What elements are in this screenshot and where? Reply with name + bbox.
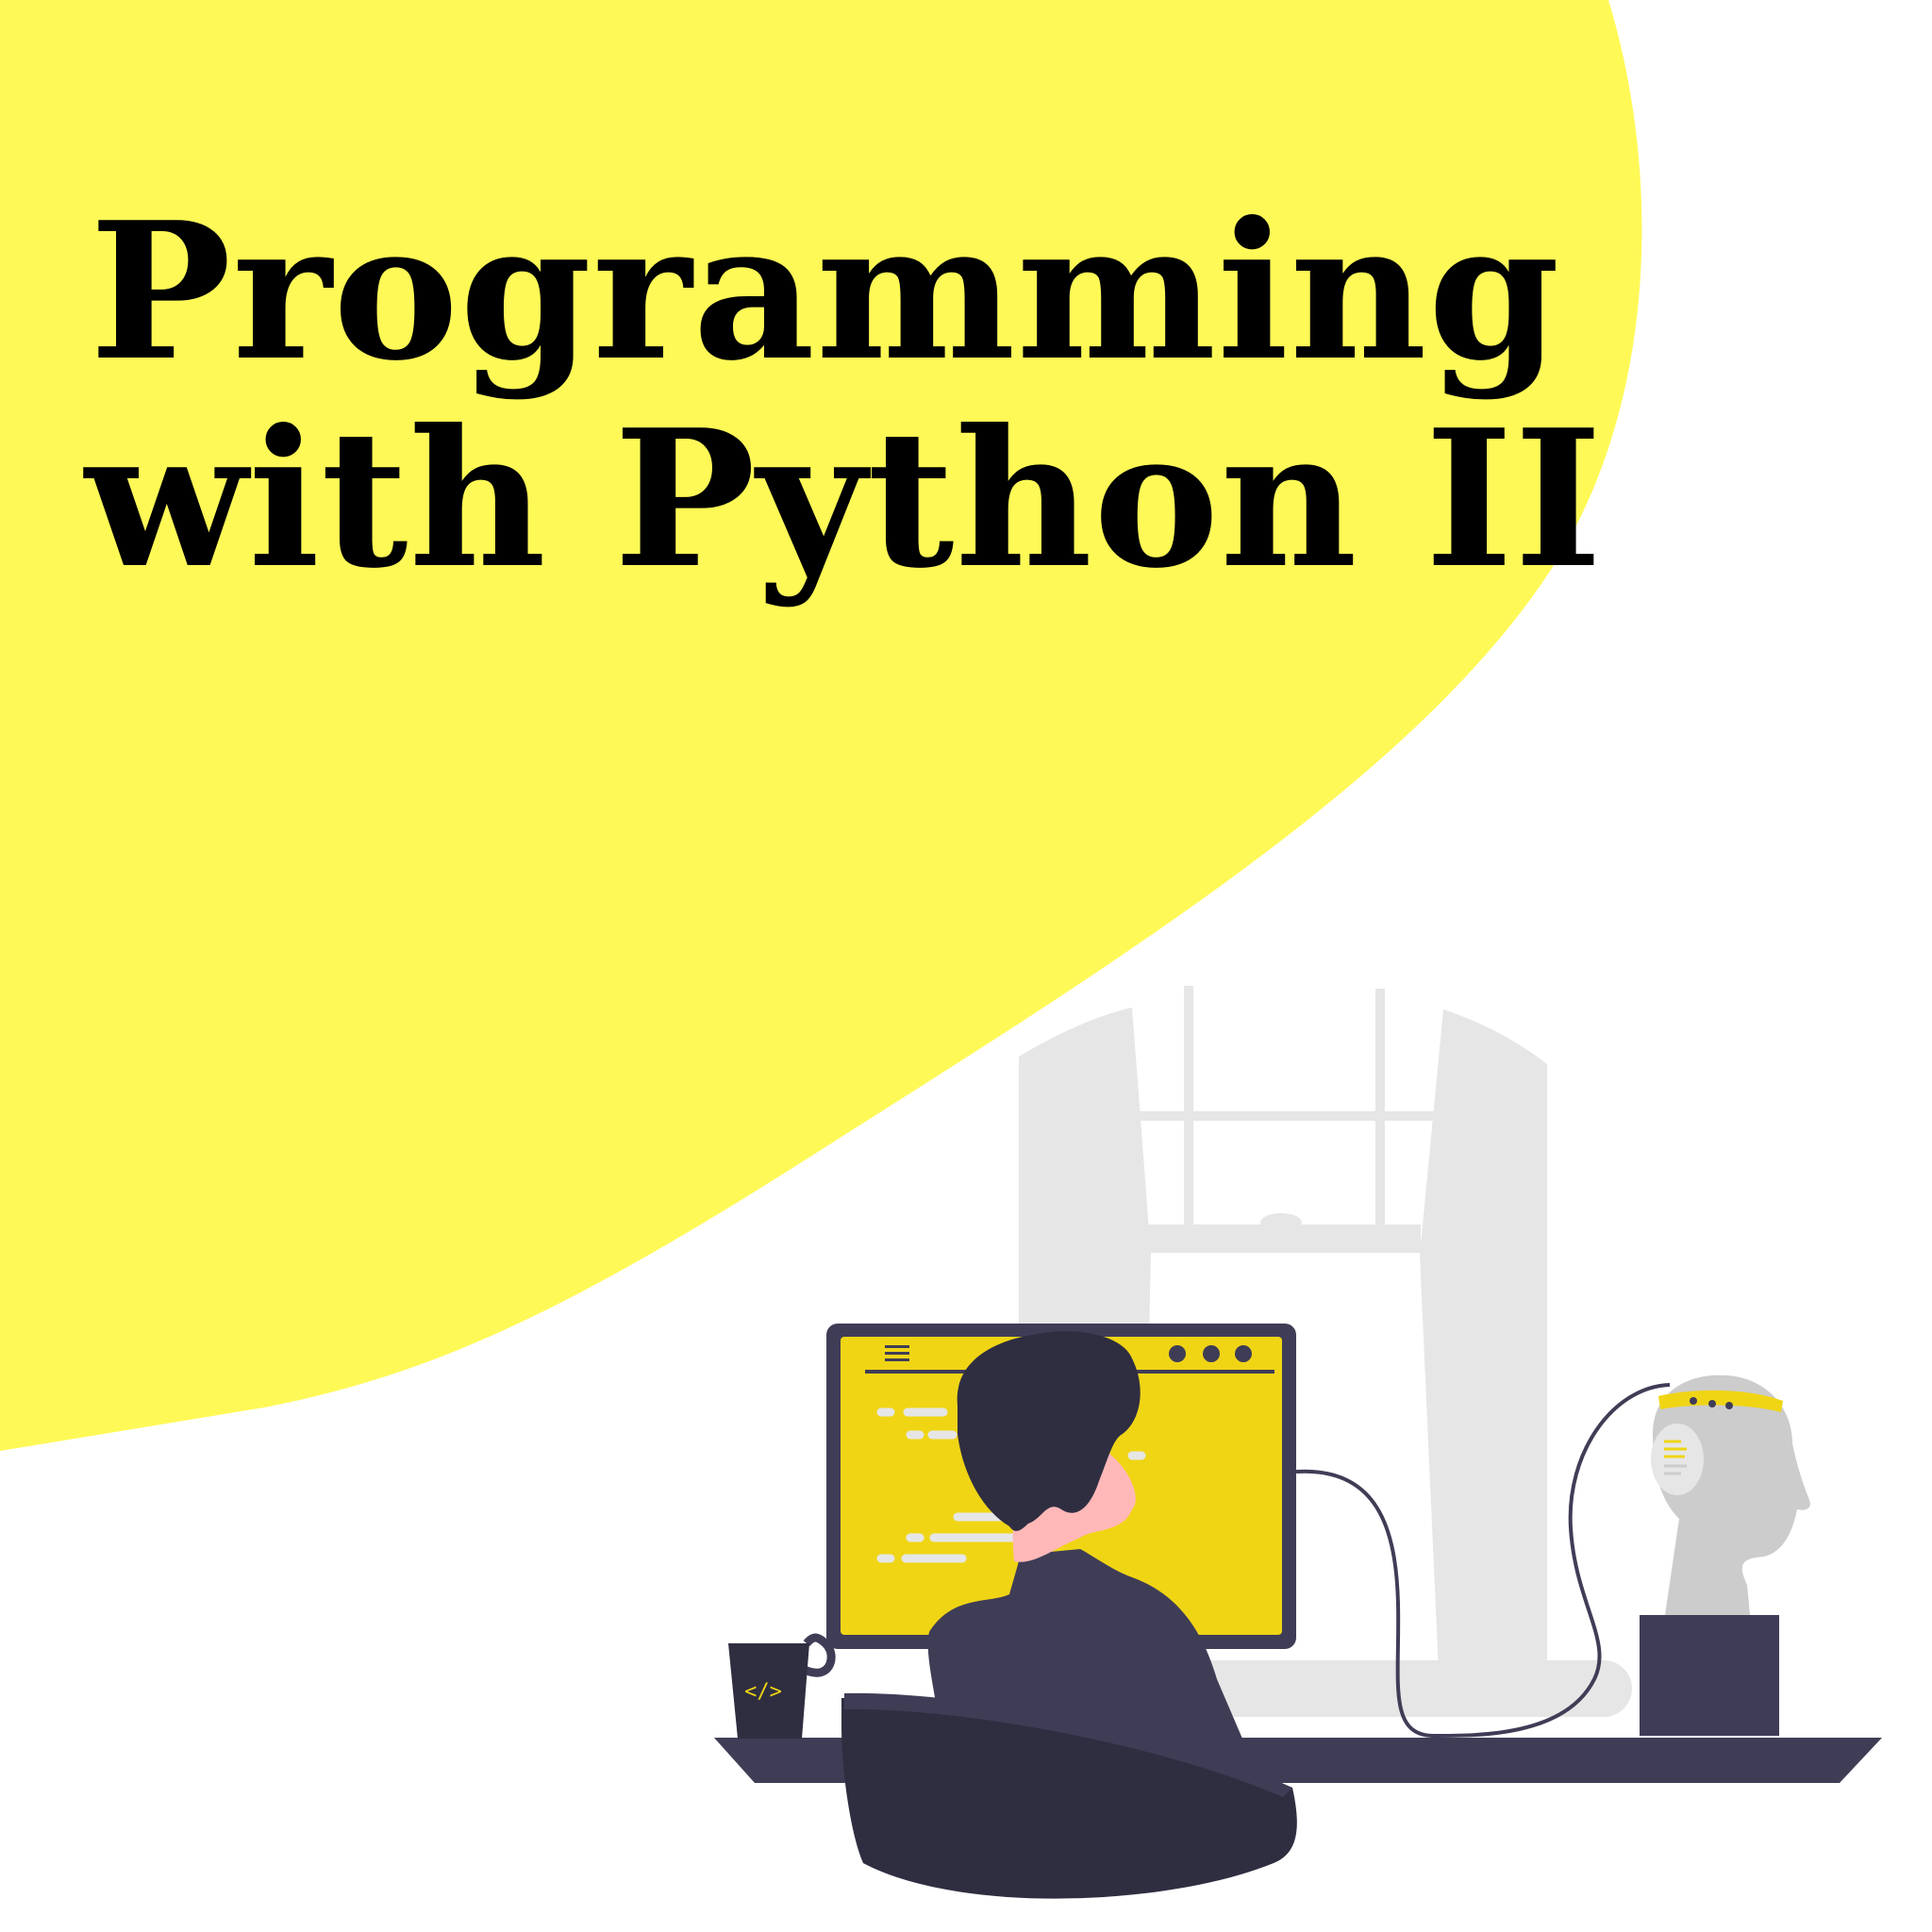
title-line-1: Programming [90, 181, 1561, 403]
code-mug: </> [728, 1633, 836, 1739]
bust-with-headset [1640, 1374, 1810, 1736]
mug-code-icon: </> [744, 1680, 782, 1704]
title-line-2: with Python II [85, 389, 1604, 610]
page-title: Programming with Python II [85, 181, 1604, 604]
